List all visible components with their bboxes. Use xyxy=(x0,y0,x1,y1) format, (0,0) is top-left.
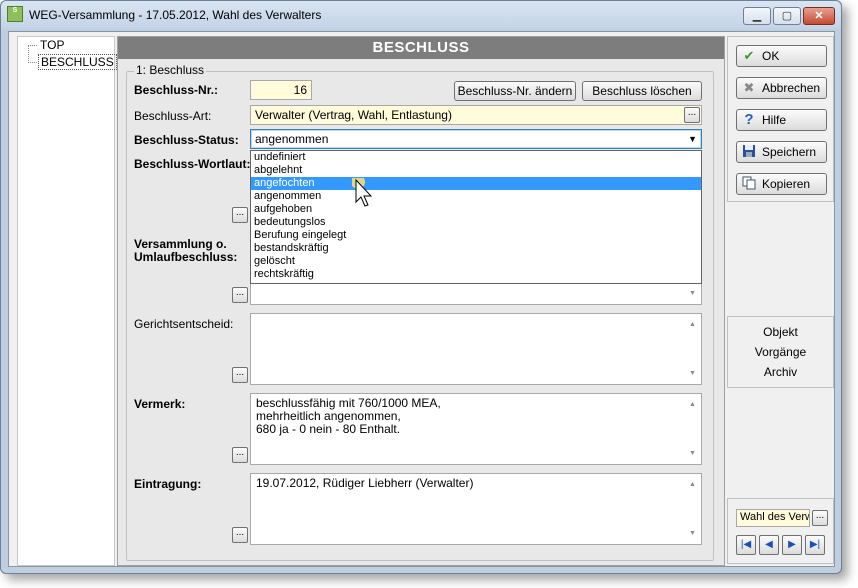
nr-label: Beschluss-Nr.: xyxy=(134,83,219,97)
wortlaut-label: Beschluss-Wortlaut: xyxy=(134,157,251,171)
navigation-tree: TOP BESCHLUSS xyxy=(17,36,117,566)
versammlung-browse-button[interactable]: ... xyxy=(232,287,248,303)
tree-connector xyxy=(28,62,37,63)
status-label: Beschluss-Status: xyxy=(134,133,239,147)
question-mark-icon: ? xyxy=(744,111,754,128)
window-title: WEG-Versammlung - 17.05.2012, Wahl des V… xyxy=(29,8,322,22)
vermerk-textarea[interactable]: beschlussfähig mit 760/1000 MEA, mehrhei… xyxy=(250,393,702,465)
wortlaut-browse-button[interactable]: ... xyxy=(232,207,248,223)
status-dropdown-list[interactable]: undefiniert abgelehnt angefochten angeno… xyxy=(250,150,702,284)
scrollbar[interactable]: ▲ ▼ xyxy=(686,315,700,383)
next-record-button[interactable]: ▶ xyxy=(782,535,802,555)
gericht-label: Gerichtsentscheid: xyxy=(134,317,234,331)
help-button[interactable]: ? Hilfe xyxy=(736,109,827,131)
vermerk-line: 680 ja - 0 nein - 80 Enthalt. xyxy=(256,422,401,436)
vermerk-browse-button[interactable]: ... xyxy=(232,447,248,463)
change-nr-button[interactable]: Beschluss-Nr. ändern xyxy=(454,81,576,101)
client-area: TOP BESCHLUSS BESCHLUSS 1: Beschluss Bes… xyxy=(8,31,835,567)
eintragung-label: Eintragung: xyxy=(134,477,202,491)
archiv-link[interactable]: Archiv xyxy=(728,365,833,379)
status-option[interactable]: angenommen xyxy=(251,190,701,203)
cancel-label: Abbrechen xyxy=(762,81,821,95)
status-option[interactable]: undefiniert xyxy=(251,151,701,164)
tree-item-beschluss[interactable]: BESCHLUSS xyxy=(38,54,117,70)
objekt-link[interactable]: Objekt xyxy=(728,325,833,339)
status-option[interactable]: gelöscht xyxy=(251,255,701,268)
status-option[interactable]: rechtskräftig xyxy=(251,268,701,281)
vorgaenge-link[interactable]: Vorgänge xyxy=(728,345,833,359)
record-browse-button[interactable]: ... xyxy=(812,510,828,526)
action-column: ✔ OK ✖ Abbrechen ? Hilfe Speichern Kopie… xyxy=(727,36,834,202)
art-label: Beschluss-Art: xyxy=(134,109,212,123)
record-field[interactable]: Wahl des Verwalters xyxy=(736,509,810,527)
minimize-button[interactable]: ▁ xyxy=(743,7,771,25)
vermerk-label: Vermerk: xyxy=(134,397,186,411)
related-links-box: Objekt Vorgänge Archiv xyxy=(727,316,834,388)
scroll-down-icon[interactable]: ▼ xyxy=(689,447,696,460)
dropdown-arrow-icon[interactable]: ▼ xyxy=(688,134,697,144)
versammlung-label: Versammlung o. Umlaufbeschluss: xyxy=(134,238,237,264)
versammlung-label-line2: Umlaufbeschluss: xyxy=(134,250,238,264)
status-option[interactable]: bedeutungslos xyxy=(251,216,701,229)
beschluss-panel: BESCHLUSS 1: Beschluss Beschluss-Nr.: 16… xyxy=(117,36,725,566)
maximize-button[interactable]: ▢ xyxy=(773,7,801,25)
status-option[interactable]: abgelehnt xyxy=(251,164,701,177)
scrollbar[interactable]: ▲ ▼ xyxy=(686,475,700,543)
tree-connector xyxy=(28,45,29,63)
status-option-highlighted[interactable]: angefochten xyxy=(251,177,701,190)
first-record-button[interactable]: |◀ xyxy=(736,535,756,555)
checkmark-icon: ✔ xyxy=(743,48,755,63)
gericht-textarea[interactable]: ▲ ▼ xyxy=(250,313,702,385)
scroll-up-icon[interactable]: ▲ xyxy=(689,398,696,411)
gericht-browse-button[interactable]: ... xyxy=(232,367,248,383)
scroll-down-icon[interactable]: ▼ xyxy=(689,287,696,300)
eintragung-textarea[interactable]: 19.07.2012, Rüdiger Liebherr (Verwalter)… xyxy=(250,473,702,545)
app-icon: S xyxy=(7,6,23,22)
prev-record-button[interactable]: ◀ xyxy=(759,535,779,555)
copy-label: Kopieren xyxy=(762,177,811,191)
beschluss-nr-field[interactable]: 16 xyxy=(250,80,312,100)
help-label: Hilfe xyxy=(762,113,787,127)
eintragung-value: 19.07.2012, Rüdiger Liebherr (Verwalter) xyxy=(256,476,474,490)
title-bar: S WEG-Versammlung - 17.05.2012, Wahl des… xyxy=(1,1,841,29)
beschluss-art-field[interactable]: Verwalter (Vertrag, Wahl, Entlastung) xyxy=(250,105,702,125)
app-window: S WEG-Versammlung - 17.05.2012, Wahl des… xyxy=(0,0,842,574)
status-selected-value: angenommen xyxy=(255,132,329,146)
mouse-cursor-icon xyxy=(352,178,373,207)
panel-title: BESCHLUSS xyxy=(118,37,724,59)
ok-label: OK xyxy=(762,49,780,63)
tree-connector xyxy=(28,45,37,46)
group-caption: 1: Beschluss xyxy=(134,63,207,77)
status-option[interactable]: Berufung eingelegt xyxy=(251,229,701,242)
ok-button[interactable]: ✔ OK xyxy=(736,45,827,67)
floppy-disk-icon xyxy=(741,144,757,160)
cancel-button[interactable]: ✖ Abbrechen xyxy=(736,77,827,99)
art-browse-button[interactable]: ... xyxy=(684,107,700,123)
copy-button[interactable]: Kopieren xyxy=(736,173,827,195)
delete-beschluss-button[interactable]: Beschluss löschen xyxy=(582,81,702,101)
eintragung-browse-button[interactable]: ... xyxy=(232,527,248,543)
status-option[interactable]: aufgehoben xyxy=(251,203,701,216)
save-button[interactable]: Speichern xyxy=(736,141,827,163)
status-select[interactable]: angenommen ▼ xyxy=(250,129,702,149)
last-record-button[interactable]: ▶| xyxy=(805,535,825,555)
scroll-up-icon[interactable]: ▲ xyxy=(689,478,696,491)
scroll-down-icon[interactable]: ▼ xyxy=(689,527,696,540)
copy-icon xyxy=(741,176,757,192)
scroll-down-icon[interactable]: ▼ xyxy=(689,367,696,380)
tree-item-top[interactable]: TOP xyxy=(38,38,66,52)
record-navigator: Wahl des Verwalters ... |◀ ◀ ▶ ▶| xyxy=(727,498,834,564)
scroll-up-icon[interactable]: ▲ xyxy=(689,318,696,331)
save-label: Speichern xyxy=(762,145,817,159)
scrollbar[interactable]: ▲ ▼ xyxy=(686,395,700,463)
status-option[interactable]: bestandskräftig xyxy=(251,242,701,255)
close-button[interactable]: ✕ xyxy=(803,7,835,25)
cross-icon: ✖ xyxy=(743,80,755,95)
